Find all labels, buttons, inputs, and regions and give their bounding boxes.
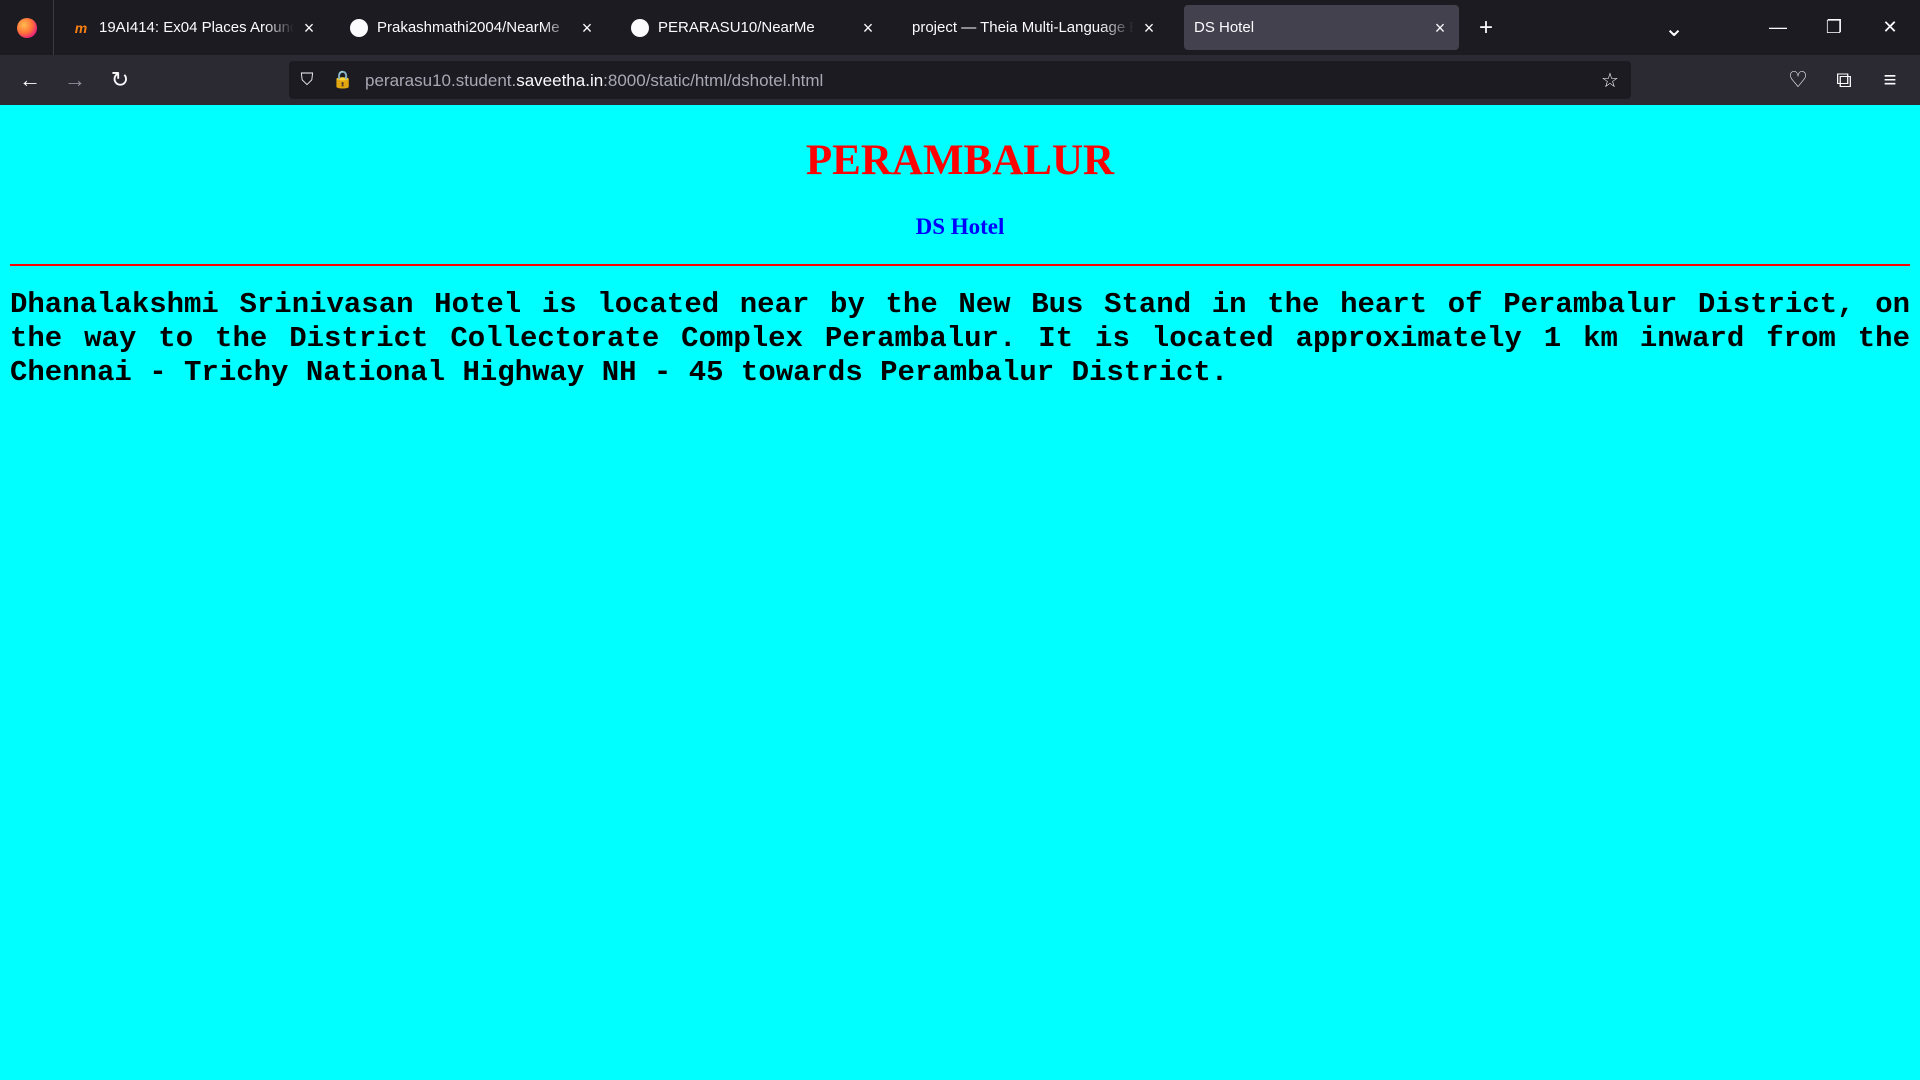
url-host: saveetha.in <box>516 71 604 90</box>
github-icon <box>631 18 649 37</box>
divider <box>10 263 1910 266</box>
navigation-toolbar: ← → ↻ ⛉ 🔒 perarasu10.student.saveetha.in… <box>0 55 1920 105</box>
app-menu-button[interactable]: ≡ <box>1874 64 1906 96</box>
url-suffix: :8000/static/html/dshotel.html <box>603 71 824 90</box>
back-button[interactable]: ← <box>14 64 46 96</box>
page-content: PERAMBALUR DS Hotel Dhanalakshmi Sriniva… <box>0 105 1920 1080</box>
minimize-icon: — <box>1769 17 1787 37</box>
tracking-protection-shield-icon[interactable]: ⛉ <box>297 70 317 90</box>
moodle-icon: m <box>74 19 88 36</box>
firefox-logo-icon <box>16 17 37 38</box>
close-tab-icon[interactable]: × <box>300 19 318 37</box>
hamburger-menu-icon: ≡ <box>1883 67 1897 92</box>
tab-prakashmathi-nearme[interactable]: Prakashmathi2004/NearMe × <box>336 5 606 50</box>
tab-title: Prakashmathi2004/NearMe <box>377 19 560 36</box>
forward-button[interactable]: → <box>59 64 91 96</box>
puzzle-icon: ⧉ <box>1836 67 1852 92</box>
chevron-down-icon: ⌄ <box>1663 14 1685 42</box>
tab-ds-hotel[interactable]: DS Hotel × <box>1184 5 1459 50</box>
tab-title: 19AI414: Ex04 Places Around Me <box>99 19 294 36</box>
bookmark-star-icon[interactable]: ☆ <box>1599 69 1621 92</box>
tab-strip: m 19AI414: Ex04 Places Around Me × Praka… <box>0 0 1920 55</box>
reload-button[interactable]: ↻ <box>104 64 136 96</box>
insecure-lock-icon[interactable]: 🔒 <box>332 70 353 90</box>
url-text[interactable]: perarasu10.student.saveetha.in:8000/stat… <box>365 71 823 91</box>
url-prefix: perarasu10.student. <box>365 71 517 90</box>
address-bar[interactable]: ⛉ 🔒 perarasu10.student.saveetha.in:8000/… <box>289 61 1631 99</box>
tab-moodle[interactable]: m 19AI414: Ex04 Places Around Me × <box>58 5 328 50</box>
close-icon: ✕ <box>1882 17 1898 37</box>
close-tab-icon[interactable]: × <box>859 19 877 37</box>
close-window-button[interactable]: ✕ <box>1862 0 1918 55</box>
close-tab-icon[interactable]: × <box>1140 19 1158 37</box>
close-tab-icon[interactable]: × <box>1431 19 1449 37</box>
restore-icon: ❐ <box>1825 17 1843 37</box>
page-title: PERAMBALUR <box>805 137 1115 184</box>
close-tab-icon[interactable]: × <box>578 19 596 37</box>
tab-theia-project[interactable]: project — Theia Multi-Language Explorer … <box>898 5 1168 50</box>
forward-arrow-icon: → <box>64 67 86 92</box>
plus-icon: + <box>1478 14 1493 41</box>
tab-title: project — Theia Multi-Language Explorer <box>912 19 1134 36</box>
hotel-name-heading: DS Hotel <box>915 213 1005 239</box>
list-all-tabs-button[interactable]: ⌄ <box>1658 12 1690 44</box>
minimize-button[interactable]: — <box>1750 0 1806 55</box>
restore-button[interactable]: ❐ <box>1806 0 1862 55</box>
extensions-button[interactable]: ⧉ <box>1828 64 1860 96</box>
reload-icon: ↻ <box>110 67 130 92</box>
tab-perarasu-nearme[interactable]: PERARASU10/NearMe × <box>617 5 887 50</box>
tab-title: DS Hotel <box>1194 19 1255 36</box>
tab-title: PERARASU10/NearMe <box>658 19 815 36</box>
new-tab-button[interactable]: + <box>1470 12 1502 44</box>
pocket-icon: ♡ <box>1788 67 1808 92</box>
back-arrow-icon: ← <box>19 67 41 92</box>
firefox-view-button[interactable] <box>0 0 54 55</box>
pocket-button[interactable]: ♡ <box>1782 64 1814 96</box>
hotel-description: Dhanalakshmi Srinivasan Hotel is located… <box>10 287 1910 389</box>
github-icon <box>350 18 368 37</box>
